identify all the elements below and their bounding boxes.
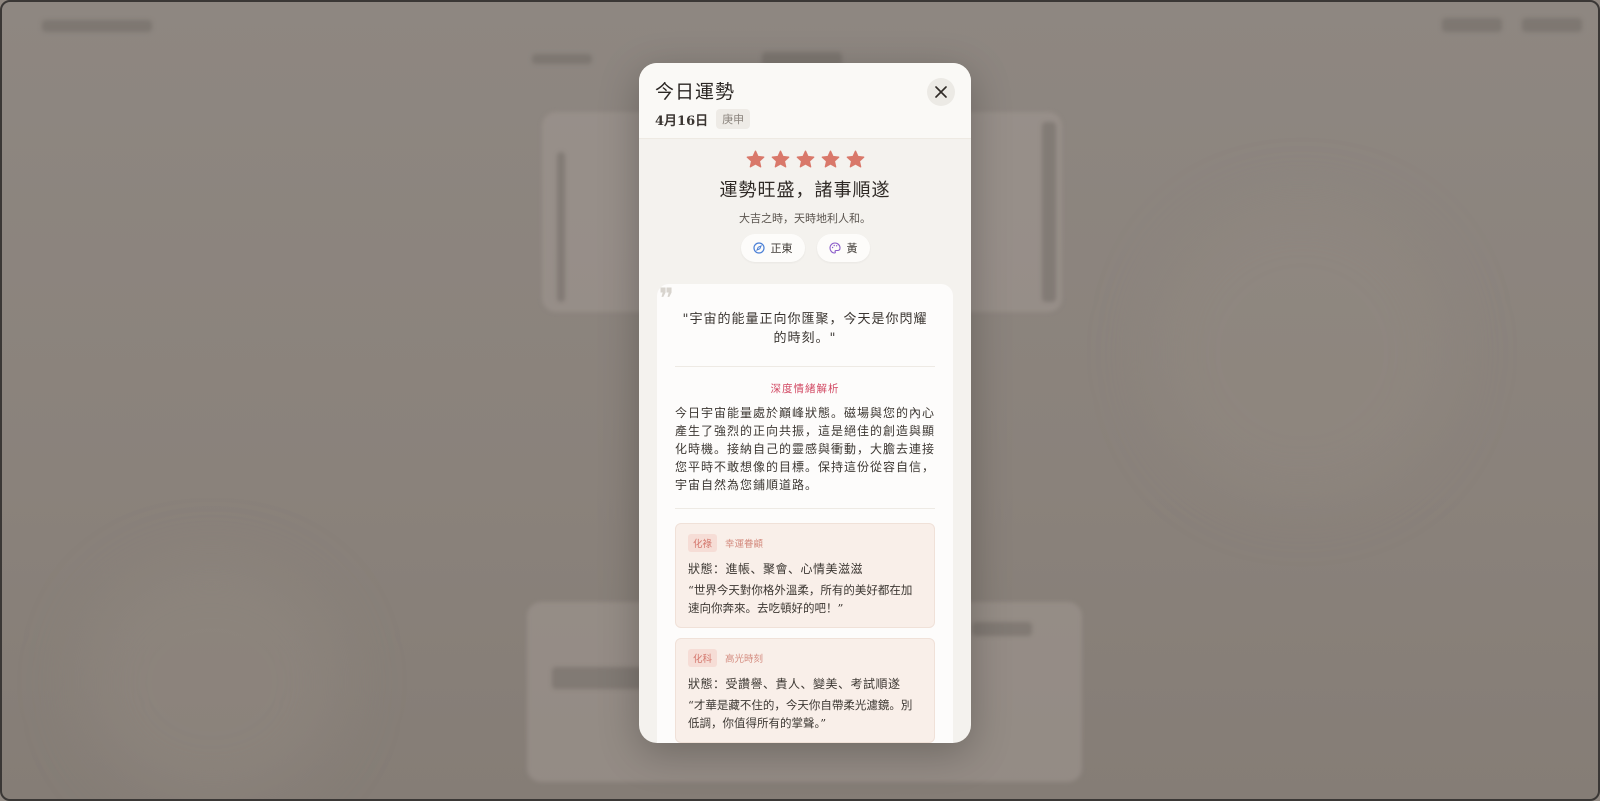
state-description: 狀態：受讚譽、貴人、變美、考試順遂 — [688, 677, 901, 691]
palette-icon — [828, 242, 841, 254]
state-tag: 化科 — [688, 649, 718, 667]
analysis-title: 深度情緒解析 — [770, 383, 840, 395]
fortune-subheadline: 大吉之時，天時地利人和。 — [739, 212, 871, 225]
state-tag: 化祿 — [688, 534, 718, 552]
star-rating — [657, 149, 953, 170]
star-icon — [796, 150, 814, 168]
star-icon — [771, 150, 789, 168]
modal-header: 今日運勢 4月16日 庚申 — [639, 63, 971, 139]
modal-title: 今日運勢 — [655, 81, 736, 103]
state-subtitle: 幸運眷顧 — [725, 539, 764, 550]
fortune-quote: "宇宙的能量正向你匯聚，今天是你閃耀的時刻。" — [682, 312, 928, 346]
state-quote: “世界今天對你格外溫柔，所有的美好都在加速向你奔來。去吃頓好的吧！” — [688, 583, 913, 615]
date-label: 4月16日 — [655, 113, 709, 129]
star-icon — [746, 150, 764, 168]
lucky-direction-chip: 正東 — [740, 234, 805, 262]
quote-mark-icon: ❞ — [659, 284, 675, 315]
analysis-text: 今日宇宙能量處於巔峰狀態。磁場與您的內心產生了強烈的正向共振，這是絕佳的創造與顯… — [675, 406, 936, 492]
lucky-direction-label: 正東 — [770, 242, 793, 255]
fortune-headline: 運勢旺盛，諸事順遂 — [719, 180, 891, 201]
state-card-hualu: 化祿 幸運眷顧 狀態：進帳、聚會、心情美滋滋 “世界今天對你格外溫柔，所有的美好… — [675, 523, 935, 628]
fortune-detail-card: ❞ "宇宙的能量正向你匯聚，今天是你閃耀的時刻。" 深度情緒解析 今日宇宙能量處… — [657, 284, 953, 743]
lucky-color-label: 黃 — [846, 242, 858, 255]
daily-fortune-modal: 今日運勢 4月16日 庚申 運勢旺盛，諸事順遂 大吉之時，天時地利人和。 正東 — [639, 63, 971, 743]
state-card-huake: 化科 高光時刻 狀態：受讚譽、貴人、變美、考試順遂 “才華是藏不住的，今天你自帶… — [675, 638, 935, 743]
divider — [675, 508, 935, 509]
close-icon — [935, 86, 947, 98]
close-button[interactable] — [927, 78, 955, 106]
star-icon — [821, 150, 839, 168]
divider — [675, 366, 935, 367]
state-subtitle: 高光時刻 — [725, 654, 764, 665]
compass-icon — [752, 242, 765, 254]
state-quote: “才華是藏不住的，今天你自帶柔光濾鏡。別低調，你值得所有的掌聲。” — [688, 698, 913, 730]
lucky-color-chip: 黃 — [816, 234, 870, 262]
state-description: 狀態：進帳、聚會、心情美滋滋 — [688, 562, 864, 576]
star-icon — [846, 150, 864, 168]
ganzhi-badge: 庚申 — [716, 109, 751, 129]
